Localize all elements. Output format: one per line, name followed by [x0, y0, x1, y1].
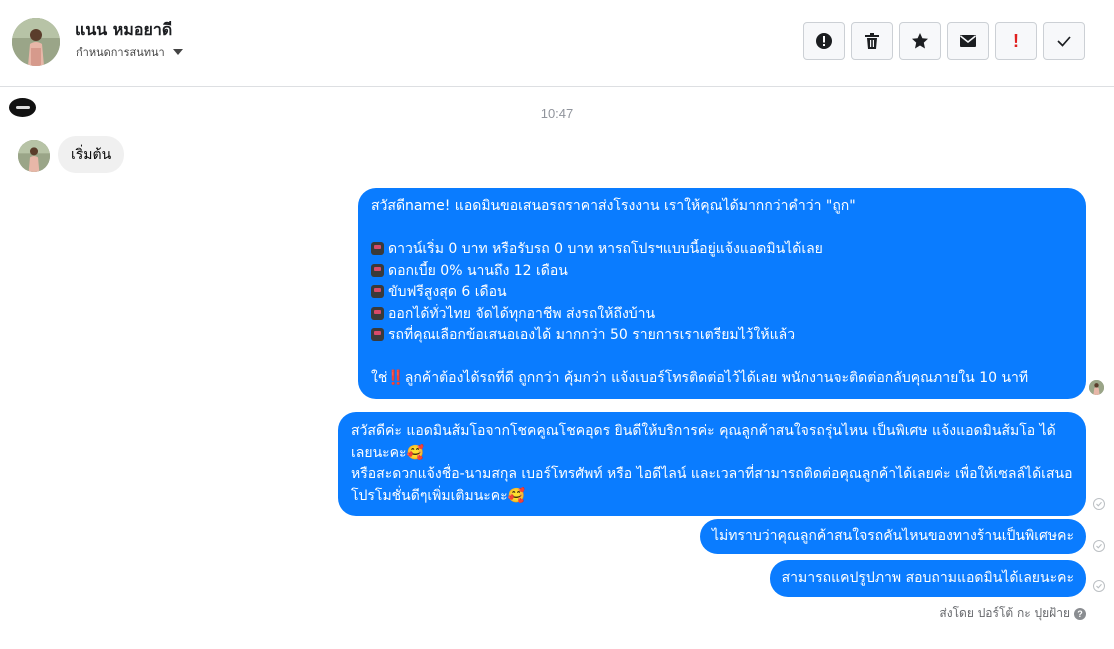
message-line: ขับฟรีสูงสุด 6 เดือน [371, 282, 1073, 304]
incoming-message[interactable]: เริ่มต้น [58, 136, 125, 173]
message-line-blank [371, 218, 1073, 240]
delivered-check-icon [1093, 540, 1105, 552]
conversation-actions: ! [803, 22, 1085, 60]
message-line-blank [371, 347, 1073, 369]
car-emoji-icon [371, 306, 384, 320]
alert-circle-icon [816, 33, 832, 49]
outgoing-message[interactable]: สวัสดีค่ะ แอดมินส้มโอจากโชคคูณโชคอุดร ยิ… [338, 412, 1086, 516]
car-emoji-icon [371, 242, 384, 255]
delivered-check-icon [1093, 498, 1105, 510]
outgoing-message[interactable]: ไม่ทราบว่าคุณลูกค้าสนใจรถคันไหนของทางร้า… [700, 519, 1086, 554]
star-icon [912, 33, 928, 49]
mark-done-button[interactable] [1043, 22, 1085, 60]
car-emoji-icon [371, 285, 384, 298]
delete-button[interactable] [851, 22, 893, 60]
message-line: รถที่คุณเลือกข้อเสนอเองได้ มากกว่า 50 รา… [371, 325, 1073, 347]
trash-icon [865, 33, 879, 49]
contact-name[interactable]: แนน หมอยาดี [75, 18, 172, 43]
priority-button[interactable]: ! [995, 22, 1037, 60]
envelope-icon [960, 35, 976, 47]
caret-down-icon [172, 49, 183, 55]
message-line: ดาวน์เริ่ม 0 บาท หรือรับรถ 0 บาท หารถโปร… [371, 239, 1073, 261]
message-line: ออกได้ทั่วไทย จัดได้ทุกอาชีพ ส่งรถให้ถึง… [371, 304, 1073, 326]
conversation-status-label: กำหนดการสนทนา [76, 46, 165, 59]
conversation-header: แนน หมอยาดี กำหนดการสนทนา ! [0, 0, 1114, 87]
car-emoji-icon [371, 263, 384, 277]
message-line: สวัสดีname! แอดมินขอเสนอรถราคาส่งโรงงาน … [371, 198, 856, 214]
message-line: ใช่‼️ลูกค้าต้องได้รถที่ดี ถูกกว่า คุ้มกว… [371, 370, 1029, 386]
report-button[interactable] [803, 22, 845, 60]
mark-unread-button[interactable] [947, 22, 989, 60]
message-line: หรือสะดวกแจ้งชื่อ-นามสกุล เบอร์โทรศัพท์ … [351, 466, 1073, 504]
message-line: ดอกเบี้ย 0% นานถึง 12 เดือน [371, 261, 1073, 283]
double-exclamation-icon: ‼️ [387, 370, 405, 386]
help-icon[interactable]: ? [1074, 607, 1086, 620]
contact-avatar[interactable] [12, 18, 60, 66]
star-button[interactable] [899, 22, 941, 60]
delivered-check-icon [1093, 580, 1105, 592]
sent-by-info: ส่งโดย ปอร์โต้ กะ ปุยฝ้าย ? [939, 604, 1086, 623]
checkmark-icon [1057, 36, 1071, 47]
sent-by-label: ส่งโดย ปอร์โต้ กะ ปุยฝ้าย [939, 606, 1070, 620]
exclamation-icon: ! [1013, 30, 1019, 51]
message-line: สวัสดีค่ะ แอดมินส้มโอจากโชคคูณโชคอุดร ยิ… [351, 423, 1056, 461]
outgoing-message[interactable]: สามารถแคปรูปภาพ สอบถามแอดมินได้เลยนะคะ [769, 560, 1086, 597]
time-divider: 10:47 [540, 106, 574, 121]
outgoing-message[interactable]: สวัสดีname! แอดมินขอเสนอรถราคาส่งโรงงาน … [358, 188, 1086, 399]
contact-avatar-small[interactable] [18, 140, 50, 172]
car-emoji-icon [371, 328, 384, 341]
read-receipt-avatar [1089, 380, 1104, 395]
conversation-status-dropdown[interactable]: กำหนดการสนทนา [76, 43, 183, 61]
